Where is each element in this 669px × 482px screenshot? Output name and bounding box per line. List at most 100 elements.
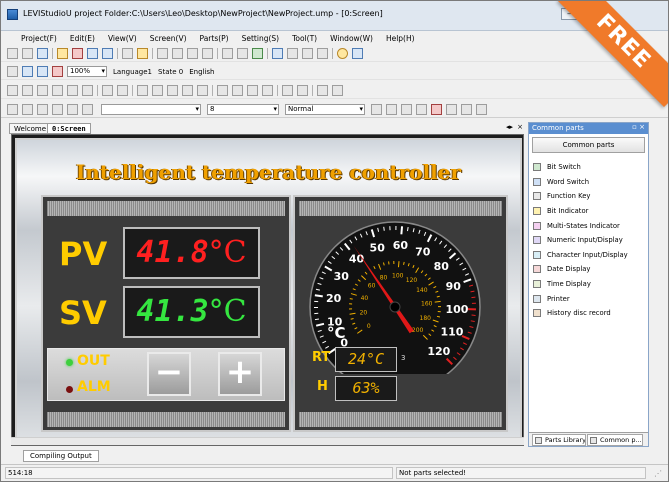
build-icon[interactable] <box>137 48 148 59</box>
redo-icon[interactable] <box>237 48 248 59</box>
grid-icon[interactable] <box>102 48 113 59</box>
front-icon[interactable] <box>247 85 258 96</box>
help-icon[interactable] <box>337 48 348 59</box>
parts-list-item[interactable]: Bit Indicator <box>533 204 648 219</box>
color-icon[interactable] <box>431 104 442 115</box>
tab-scroll-icon[interactable]: ◂▸ <box>506 123 513 131</box>
rotate-left-icon[interactable] <box>102 85 113 96</box>
minus-button[interactable]: − <box>147 352 191 396</box>
grid-view-icon[interactable] <box>476 104 487 115</box>
fill-icon[interactable] <box>82 104 93 115</box>
parts-list-item[interactable]: History disc record <box>533 306 648 321</box>
canvas-scrollbar[interactable] <box>11 437 524 445</box>
rect-icon[interactable] <box>7 104 18 115</box>
check-icon[interactable] <box>252 48 263 59</box>
screen-list-icon[interactable] <box>37 48 48 59</box>
state-select[interactable]: State 0 <box>158 68 183 76</box>
v-space-icon[interactable] <box>197 85 208 96</box>
window-mode-icon[interactable] <box>52 66 63 77</box>
monitor-icon[interactable] <box>317 48 328 59</box>
back-icon[interactable] <box>262 85 273 96</box>
tab-close-icon[interactable]: × <box>517 123 523 131</box>
parts-list-item[interactable]: Time Display <box>533 277 648 292</box>
cut-icon[interactable] <box>157 48 168 59</box>
h-display[interactable]: 63% <box>335 376 397 401</box>
table-icon[interactable] <box>446 104 457 115</box>
resize-grip-icon[interactable]: ⋰ <box>654 469 662 478</box>
undo-icon[interactable] <box>222 48 233 59</box>
delete-icon[interactable] <box>202 48 213 59</box>
parts-list-item[interactable]: Date Display <box>533 262 648 277</box>
text-right-icon[interactable] <box>401 104 412 115</box>
new-icon[interactable] <box>7 48 18 59</box>
grid-snap-icon[interactable] <box>332 85 343 96</box>
align-bottom-icon[interactable] <box>82 85 93 96</box>
font-size-select[interactable]: 8 <box>207 104 279 115</box>
same-width-icon[interactable] <box>137 85 148 96</box>
rt-display[interactable]: 24°C <box>335 347 397 372</box>
compiling-output-tab[interactable]: Compiling Output <box>23 450 99 462</box>
text-tool-icon[interactable] <box>416 104 427 115</box>
same-size-icon[interactable] <box>167 85 178 96</box>
align-left-icon[interactable] <box>7 85 18 96</box>
text-left-icon[interactable] <box>371 104 382 115</box>
paste-icon[interactable] <box>187 48 198 59</box>
screen-canvas[interactable]: Intelligent temperature controller PV 41… <box>11 134 524 446</box>
parts-list-item[interactable]: Bit Switch <box>533 160 648 175</box>
menu-edit[interactable]: Edit(E) <box>70 32 95 45</box>
text-center-icon[interactable] <box>386 104 397 115</box>
save-icon[interactable] <box>122 48 133 59</box>
tab-welcome[interactable]: Welcome <box>9 123 52 134</box>
font-style-select[interactable]: Normal <box>285 104 365 115</box>
window-icon[interactable] <box>87 48 98 59</box>
close-doc-icon[interactable] <box>72 48 83 59</box>
locale-select[interactable]: English <box>189 68 214 76</box>
open-icon[interactable] <box>57 48 68 59</box>
download-icon[interactable] <box>302 48 313 59</box>
compile-icon[interactable] <box>272 48 283 59</box>
layout-icon[interactable] <box>37 66 48 77</box>
parts-list-item[interactable]: Function Key <box>533 189 648 204</box>
plus-button[interactable]: + <box>218 352 262 396</box>
circle-icon[interactable] <box>52 104 63 115</box>
rotate-right-icon[interactable] <box>117 85 128 96</box>
flip-h-icon[interactable] <box>282 85 293 96</box>
line-icon[interactable] <box>67 104 78 115</box>
tab-parts-library[interactable]: Parts Library <box>532 434 586 446</box>
part-select[interactable] <box>101 104 201 115</box>
same-height-icon[interactable] <box>152 85 163 96</box>
snap-icon[interactable] <box>317 85 328 96</box>
sv-display[interactable]: 41.3°C <box>123 286 260 338</box>
menu-parts[interactable]: Parts(P) <box>200 32 229 45</box>
align-middle-icon[interactable] <box>67 85 78 96</box>
group-icon[interactable] <box>217 85 228 96</box>
tab-screen[interactable]: 0:Screen <box>47 123 91 134</box>
h-space-icon[interactable] <box>182 85 193 96</box>
sidebar-close-icon[interactable]: ▫ × <box>632 123 645 131</box>
simulate-icon[interactable] <box>287 48 298 59</box>
copy-screen-icon[interactable] <box>22 48 33 59</box>
align-center-icon[interactable] <box>22 85 33 96</box>
copy-icon[interactable] <box>172 48 183 59</box>
about-icon[interactable] <box>352 48 363 59</box>
screen-mode-icon[interactable] <box>22 66 33 77</box>
align-right-icon[interactable] <box>37 85 48 96</box>
menu-screen[interactable]: Screen(V) <box>150 32 187 45</box>
view-mode-icon[interactable] <box>7 66 18 77</box>
ellipse-icon[interactable] <box>37 104 48 115</box>
flip-v-icon[interactable] <box>297 85 308 96</box>
menu-help[interactable]: Help(H) <box>386 32 415 45</box>
parts-list-item[interactable]: Printer <box>533 291 648 306</box>
parts-list-item[interactable]: Word Switch <box>533 175 648 190</box>
parts-list-item[interactable]: Character Input/Display <box>533 248 648 263</box>
menu-project[interactable]: Project(F) <box>21 32 57 45</box>
pv-display[interactable]: 41.8°C <box>123 227 260 279</box>
parts-list-item[interactable]: Multi-States Indicator <box>533 218 648 233</box>
align-top-icon[interactable] <box>52 85 63 96</box>
list-icon[interactable] <box>461 104 472 115</box>
ungroup-icon[interactable] <box>232 85 243 96</box>
menu-window[interactable]: Window(W) <box>330 32 373 45</box>
menu-setting[interactable]: Setting(S) <box>242 32 279 45</box>
menu-view[interactable]: View(V) <box>108 32 137 45</box>
zoom-select[interactable]: 100% <box>67 66 107 77</box>
